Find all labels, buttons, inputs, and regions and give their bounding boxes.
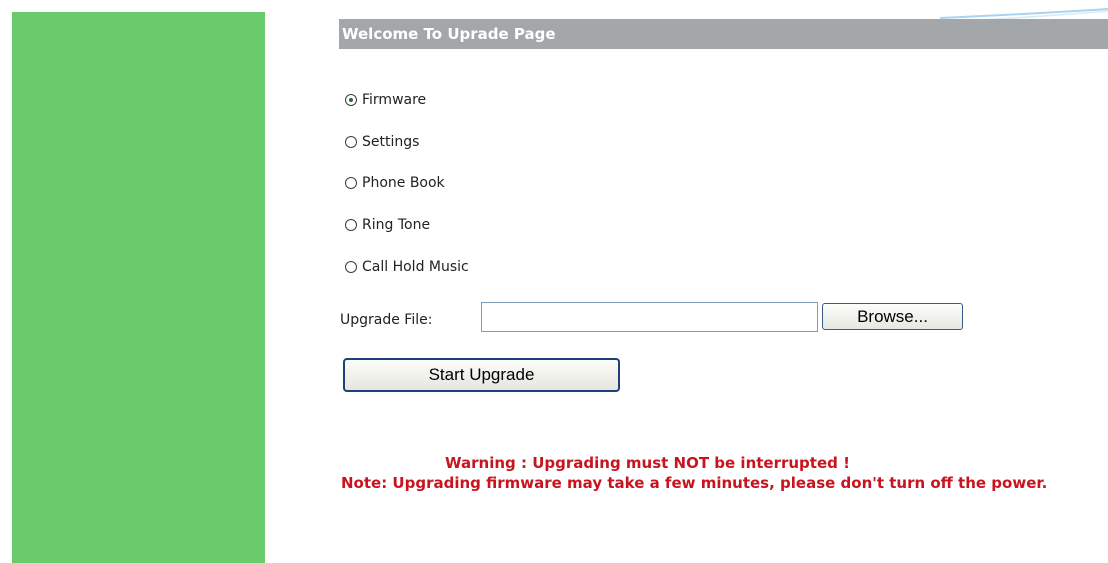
upgrade-file-label: Upgrade File: — [340, 312, 433, 328]
radio-button[interactable] — [345, 136, 357, 148]
radio-label: Firmware — [362, 92, 427, 108]
radio-button-selected[interactable] — [345, 94, 357, 106]
upgrade-file-input[interactable] — [481, 302, 818, 332]
radio-label: Call Hold Music — [362, 259, 469, 275]
radio-label: Ring Tone — [362, 217, 431, 233]
browse-button[interactable]: Browse... — [822, 303, 963, 330]
radio-option-firmware[interactable]: Firmware — [345, 90, 426, 110]
page-title: Welcome To Uprade Page — [339, 19, 1108, 49]
start-upgrade-button[interactable]: Start Upgrade — [343, 358, 620, 392]
upgrade-page: Welcome To Uprade Page Firmware Settings… — [0, 0, 1108, 563]
radio-option-settings[interactable]: Settings — [345, 132, 419, 152]
radio-option-phone-book[interactable]: Phone Book — [345, 173, 445, 193]
radio-option-ring-tone[interactable]: Ring Tone — [345, 215, 430, 235]
left-sidebar — [12, 12, 265, 563]
radio-label: Phone Book — [362, 175, 445, 191]
radio-option-call-hold-music[interactable]: Call Hold Music — [345, 257, 469, 277]
radio-label: Settings — [362, 134, 420, 150]
warning-message: Warning : Upgrading must NOT be interrup… — [445, 454, 850, 472]
radio-button[interactable] — [345, 219, 357, 231]
radio-button[interactable] — [345, 177, 357, 189]
radio-button[interactable] — [345, 261, 357, 273]
note-message: Note: Upgrading firmware may take a few … — [341, 474, 1048, 492]
